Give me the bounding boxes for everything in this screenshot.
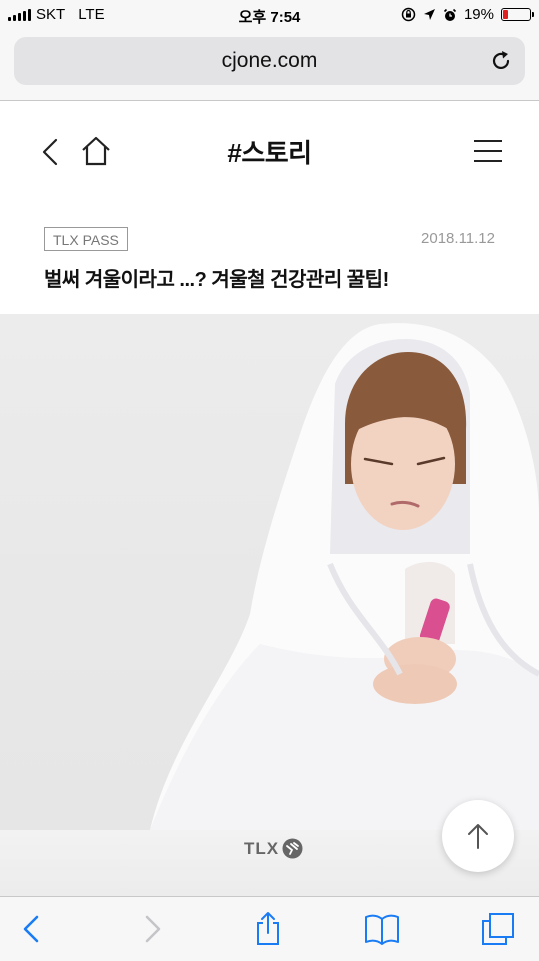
battery-level	[503, 10, 508, 19]
browser-address-area: cjone.com	[0, 30, 539, 101]
url-text[interactable]: cjone.com	[14, 49, 525, 73]
address-bar[interactable]: cjone.com	[14, 37, 525, 85]
status-right: 19%	[401, 6, 534, 23]
chevron-left-icon[interactable]	[14, 911, 50, 947]
status-bar: SKT LTE 오후 7:54 19%	[0, 0, 539, 30]
reload-icon[interactable]	[489, 49, 513, 73]
article-headline: 벌써 겨울이라고 ...? 겨울철 건강관리 꿀팁!	[44, 269, 389, 291]
book-icon[interactable]	[364, 911, 400, 947]
hero-image	[0, 314, 539, 830]
browser-toolbar	[0, 896, 539, 961]
scroll-to-top-button[interactable]	[442, 800, 514, 872]
battery-icon	[501, 8, 534, 21]
battery-percent: 19%	[463, 6, 494, 23]
rotation-lock-icon	[401, 7, 416, 22]
page-title: #스토리	[227, 138, 312, 168]
arrow-up-icon	[468, 824, 488, 849]
brand-logo-mark-icon	[282, 838, 303, 859]
article-tag[interactable]: TLX PASS	[44, 227, 128, 251]
blanket-person-illustration	[150, 323, 539, 830]
site-header: #스토리	[0, 101, 539, 201]
chevron-right-icon[interactable]	[134, 911, 170, 947]
hamburger-menu-icon[interactable]	[473, 139, 503, 163]
article-date: 2018.11.12	[421, 230, 495, 247]
alarm-clock-icon	[443, 8, 457, 21]
tabs-icon[interactable]	[480, 911, 516, 947]
location-arrow-icon	[423, 9, 435, 20]
share-icon[interactable]	[250, 911, 286, 947]
brand-logo-text: TLX	[244, 839, 280, 858]
